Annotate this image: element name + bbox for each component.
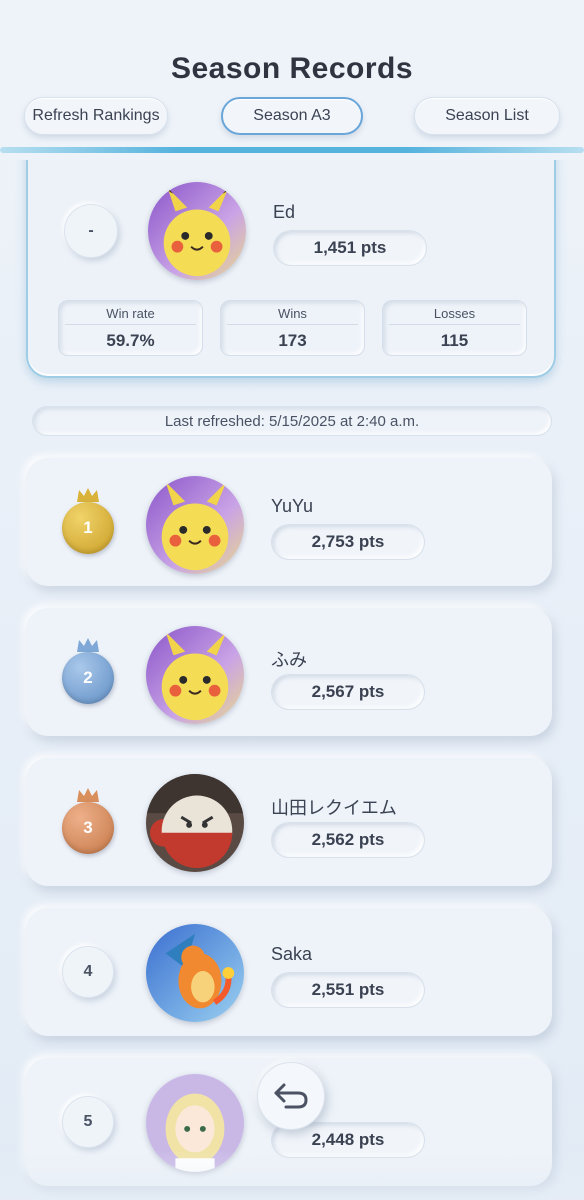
pikachu-icon bbox=[148, 182, 246, 280]
lillie-avatar[interactable] bbox=[146, 1074, 244, 1172]
back-button[interactable] bbox=[257, 1062, 325, 1130]
gold-medal-badge: 1 bbox=[62, 502, 114, 554]
player-name: YuYu bbox=[271, 496, 314, 516]
charizard-avatar[interactable] bbox=[146, 924, 244, 1022]
pikachu-icon bbox=[146, 626, 244, 724]
stat-value: 173 bbox=[278, 331, 307, 350]
ranking-row[interactable]: 2 ふみ 2,567 pts bbox=[26, 608, 552, 736]
divider bbox=[65, 324, 196, 325]
stat-value: 115 bbox=[440, 331, 469, 350]
header-divider bbox=[0, 147, 584, 153]
page-title: Season Records bbox=[170, 52, 414, 85]
stat-label: Wins bbox=[278, 306, 307, 321]
header: Season Records Refresh Rankings Season A… bbox=[0, 0, 584, 160]
pikachu-avatar[interactable] bbox=[146, 476, 244, 574]
pikachu-avatar[interactable] bbox=[146, 626, 244, 724]
lillie-icon bbox=[146, 1074, 244, 1172]
ranking-row[interactable]: 3 山田レクイエム 2,562 pts bbox=[26, 758, 552, 886]
ranking-row[interactable]: 1 YuYu 2,753 pts bbox=[26, 458, 552, 586]
player-points: 2,567 pts bbox=[271, 674, 425, 710]
rank-badge: 4 bbox=[62, 946, 114, 998]
rank-badge: 5 bbox=[62, 1096, 114, 1148]
season-a3-tab[interactable]: Season A3 bbox=[221, 97, 363, 135]
player-name: 山田レクイエム bbox=[271, 798, 397, 818]
bronze-medal-badge: 3 bbox=[62, 802, 114, 854]
stat-value: 59.7% bbox=[106, 331, 155, 350]
player-name: Saka bbox=[271, 944, 313, 964]
win-rate-stat: Win rate 59.7% bbox=[58, 300, 203, 356]
electrode-icon bbox=[146, 774, 244, 872]
pikachu-icon bbox=[146, 476, 244, 574]
season-list-button[interactable]: Season List bbox=[414, 97, 560, 135]
losses-stat: Losses 115 bbox=[382, 300, 527, 356]
ranking-row[interactable]: 4 Saka 2,551 pts bbox=[26, 908, 552, 1036]
my-player-name: Ed bbox=[273, 202, 296, 222]
divider bbox=[227, 324, 358, 325]
pikachu-avatar[interactable] bbox=[148, 182, 246, 280]
return-arrow-icon bbox=[274, 1083, 308, 1109]
silver-medal-badge: 2 bbox=[62, 652, 114, 704]
my-rank-badge: - bbox=[64, 204, 118, 258]
electrode-avatar[interactable] bbox=[146, 774, 244, 872]
refresh-rankings-button[interactable]: Refresh Rankings bbox=[24, 97, 168, 135]
my-record-card: - Ed 1,451 pts Win rate 59.7% Wins 173 L… bbox=[26, 150, 556, 378]
player-points: 2,753 pts bbox=[271, 524, 425, 560]
my-points: 1,451 pts bbox=[273, 230, 427, 266]
stat-label: Win rate bbox=[106, 306, 155, 321]
charizard-icon bbox=[146, 924, 244, 1022]
player-points: 2,551 pts bbox=[271, 972, 425, 1008]
player-points: 2,562 pts bbox=[271, 822, 425, 858]
player-name: ふみ bbox=[271, 650, 307, 670]
stat-label: Losses bbox=[433, 306, 476, 321]
wins-stat: Wins 173 bbox=[220, 300, 365, 356]
divider bbox=[389, 324, 520, 325]
last-refreshed-label: Last refreshed: 5/15/2025 at 2:40 a.m. bbox=[32, 406, 552, 436]
